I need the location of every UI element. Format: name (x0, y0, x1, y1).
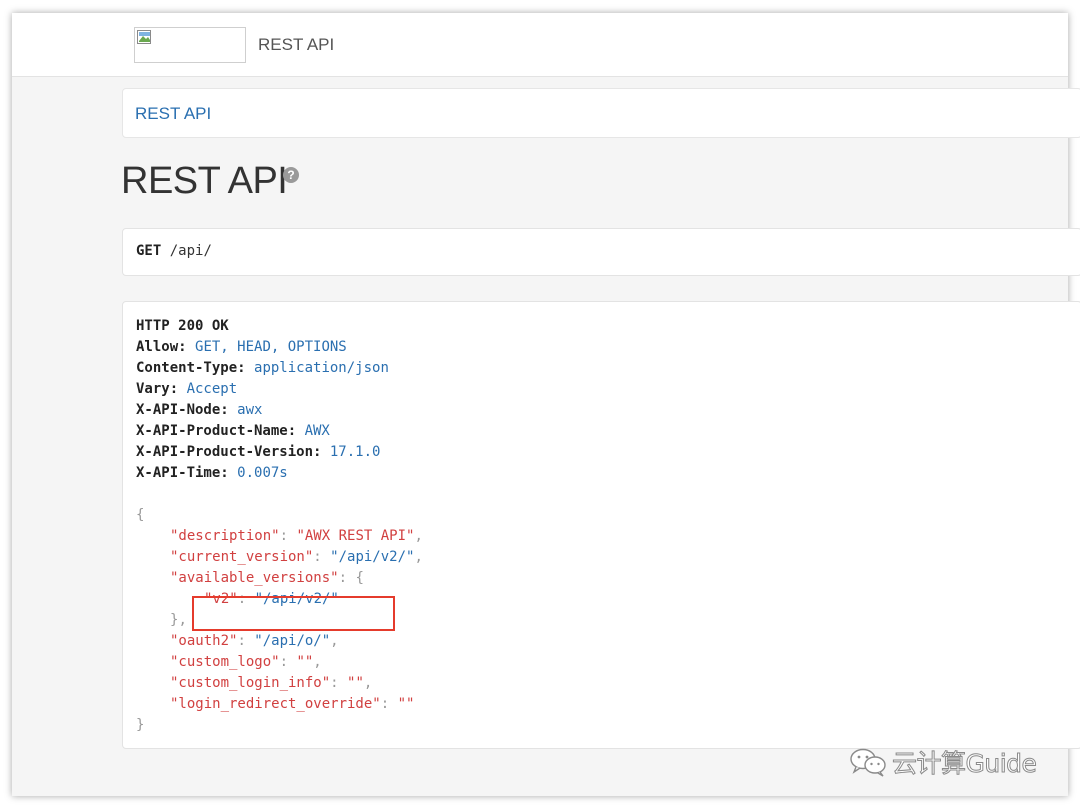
header-value: awx (237, 402, 263, 418)
response-header: X-API-Product-Name: AWX (136, 423, 330, 439)
json-line: "login_redirect_override": "" (170, 696, 415, 712)
broken-image-icon (137, 30, 151, 44)
breadcrumb: REST API (122, 88, 1080, 138)
json-key: "description" (170, 528, 280, 544)
response-header: X-API-Product-Version: 17.1.0 (136, 444, 381, 460)
request-path: /api/ (169, 243, 212, 259)
header-value: application/json (254, 360, 389, 376)
json-value: "" (296, 654, 314, 670)
highlight-annotation (192, 596, 395, 631)
header-value: AWX (304, 423, 330, 439)
json-line: "custom_logo": "", (170, 654, 322, 670)
question-circle-icon[interactable]: ? (283, 167, 299, 183)
json-link[interactable]: "/api/o/" (254, 633, 330, 649)
json-line: }, (170, 612, 187, 628)
watermark-text: 云计算Guide (891, 749, 1037, 779)
navbar: REST API (12, 13, 1068, 77)
json-key: "oauth2" (170, 633, 238, 649)
header-name: X-API-Time (136, 465, 221, 481)
json-key: "custom_logo" (170, 654, 280, 670)
response-info: HTTP 200 OK Allow: GET, HEAD, OPTIONS Co… (122, 301, 1080, 749)
json-line: "available_versions": { (170, 570, 364, 586)
header-value: Accept (186, 381, 238, 397)
response-header: Allow: GET, HEAD, OPTIONS (136, 339, 347, 355)
json-value: "" (347, 675, 364, 691)
json-brace: { (355, 570, 364, 586)
response-status-line: HTTP 200 OK (136, 316, 229, 337)
header-name: Content-Type (136, 360, 238, 376)
json-line: } (136, 715, 144, 736)
request-line: GET /api/ (136, 243, 212, 259)
header-name: X-API-Node (136, 402, 221, 418)
header-name: X-API-Product-Version (136, 444, 314, 460)
json-key: "login_redirect_override" (170, 696, 381, 712)
json-brace: { (136, 507, 145, 523)
json-link[interactable]: "/api/v2/" (330, 549, 414, 565)
json-line: "oauth2": "/api/o/", (170, 633, 339, 649)
header-name: X-API-Product-Name (136, 423, 288, 439)
navbar-brand[interactable]: REST API (258, 35, 334, 55)
response-status: HTTP 200 OK (136, 318, 229, 334)
json-key: "current_version" (170, 549, 314, 565)
page-title: REST API (121, 160, 288, 202)
json-line: { (136, 505, 144, 526)
header-value: GET, HEAD, OPTIONS (195, 339, 347, 355)
watermark: 云计算Guide (848, 746, 1037, 779)
request-info: GET /api/ (122, 228, 1080, 276)
response-header: X-API-Node: awx (136, 402, 263, 418)
json-value: "" (397, 696, 415, 712)
response-header: Vary: Accept (136, 381, 238, 397)
json-value: "AWX REST API" (296, 528, 415, 544)
header-value: 0.007s (237, 465, 288, 481)
header-value: 17.1.0 (329, 444, 381, 460)
json-line: "custom_login_info": "", (170, 675, 373, 691)
request-method: GET (136, 243, 162, 259)
json-line: "current_version": "/api/v2/", (170, 549, 423, 565)
json-key: "custom_login_info" (170, 675, 331, 691)
json-line: "description": "AWX REST API", (170, 528, 423, 544)
wechat-icon (850, 748, 886, 777)
json-key: "available_versions" (170, 570, 339, 586)
breadcrumb-link-rest-api[interactable]: REST API (135, 104, 211, 124)
header-name: Vary (136, 381, 170, 397)
logo[interactable] (134, 27, 246, 63)
header-name: Allow (136, 339, 179, 355)
response-header: X-API-Time: 0.007s (136, 465, 288, 481)
json-brace: } (136, 717, 145, 733)
response-header: Content-Type: application/json (136, 360, 389, 376)
